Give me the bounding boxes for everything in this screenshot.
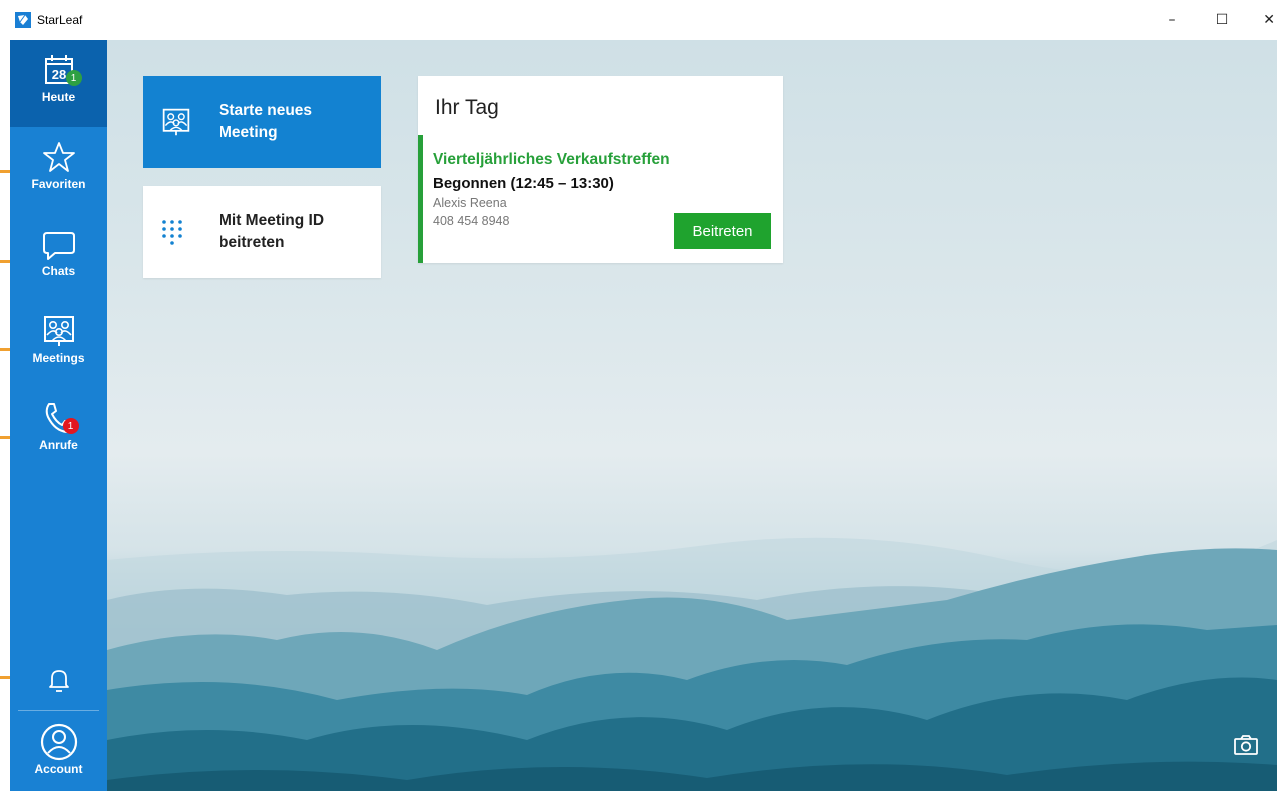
dialpad-icon xyxy=(159,217,219,247)
join-by-id-button[interactable]: Mit Meeting ID beitreten xyxy=(143,186,381,278)
sidebar-item-label: Account xyxy=(34,762,83,776)
edge-marker xyxy=(0,260,10,263)
sidebar-item-label: Anrufe xyxy=(39,438,78,452)
star-icon xyxy=(39,139,79,175)
title-bar: StarLeaf – ☐ ✕ xyxy=(10,0,1277,40)
maximize-button[interactable]: ☐ xyxy=(1197,0,1247,40)
sidebar-item-label: Heute xyxy=(41,90,76,104)
sidebar-item-chats[interactable]: Chats xyxy=(10,214,107,301)
day-panel-title: Ihr Tag xyxy=(435,96,499,119)
edge-marker xyxy=(0,348,10,351)
start-meeting-label: Starte neues Meeting xyxy=(219,102,313,141)
meeting-group-icon xyxy=(159,107,219,137)
meeting-host: Alexis Reena xyxy=(433,196,507,210)
outer-edge-strip xyxy=(0,0,10,791)
sidebar-item-account[interactable]: Account xyxy=(10,714,107,791)
meeting-status: Begonnen (12:45 – 13:30) xyxy=(433,175,614,192)
join-meeting-button[interactable]: Beitreten xyxy=(674,213,771,249)
close-button[interactable]: ✕ xyxy=(1247,0,1277,40)
join-by-id-label: Mit Meeting ID beitreten xyxy=(219,212,325,251)
edge-marker xyxy=(0,676,10,679)
sidebar-divider xyxy=(18,710,99,711)
sidebar-item-anrufe[interactable]: 1 Anrufe xyxy=(10,388,107,475)
account-icon xyxy=(39,723,79,761)
sidebar-item-label: Meetings xyxy=(32,351,85,365)
meeting-phone: 408 454 8948 xyxy=(433,214,510,228)
edge-marker xyxy=(0,436,10,439)
start-meeting-button[interactable]: Starte neues Meeting xyxy=(143,76,381,168)
main-content: Starte neues Meeting Mit Meeting ID beit… xyxy=(107,40,1277,791)
calendar-day-text: 28 xyxy=(51,67,65,82)
notifications-button[interactable] xyxy=(10,650,107,710)
day-panel: Ihr Tag Vierteljährliches Verkaufstreffe… xyxy=(418,76,783,263)
bell-icon xyxy=(39,662,79,698)
anrufe-badge: 1 xyxy=(62,418,79,434)
sidebar-item-meetings[interactable]: Meetings xyxy=(10,301,107,388)
minimize-button[interactable]: – xyxy=(1147,0,1197,40)
edge-marker xyxy=(0,170,10,173)
camera-icon[interactable] xyxy=(1233,734,1259,756)
starleaf-logo-icon xyxy=(15,12,31,28)
app-window: StarLeaf – ☐ ✕ 28 1 Heute Favoriten Chat… xyxy=(10,0,1277,791)
sidebar-item-label: Chats xyxy=(41,264,76,278)
meeting-group-icon xyxy=(39,313,79,349)
window-title: StarLeaf xyxy=(37,13,83,27)
window-controls: – ☐ ✕ xyxy=(1147,0,1277,40)
sidebar-item-label: Favoriten xyxy=(31,177,86,191)
sidebar-item-favoriten[interactable]: Favoriten xyxy=(10,127,107,214)
chat-bubble-icon xyxy=(39,226,79,262)
meeting-title: Vierteljährliches Verkaufstreffen xyxy=(433,151,670,168)
sidebar-item-heute[interactable]: 28 1 Heute xyxy=(10,40,107,127)
heute-badge: 1 xyxy=(65,70,82,86)
calendar-icon: 28 1 xyxy=(39,52,82,88)
meeting-entry[interactable]: Vierteljährliches Verkaufstreffen Begonn… xyxy=(418,135,783,263)
sidebar: 28 1 Heute Favoriten Chats Meetings 1 An… xyxy=(10,40,107,791)
phone-icon: 1 xyxy=(39,400,79,436)
